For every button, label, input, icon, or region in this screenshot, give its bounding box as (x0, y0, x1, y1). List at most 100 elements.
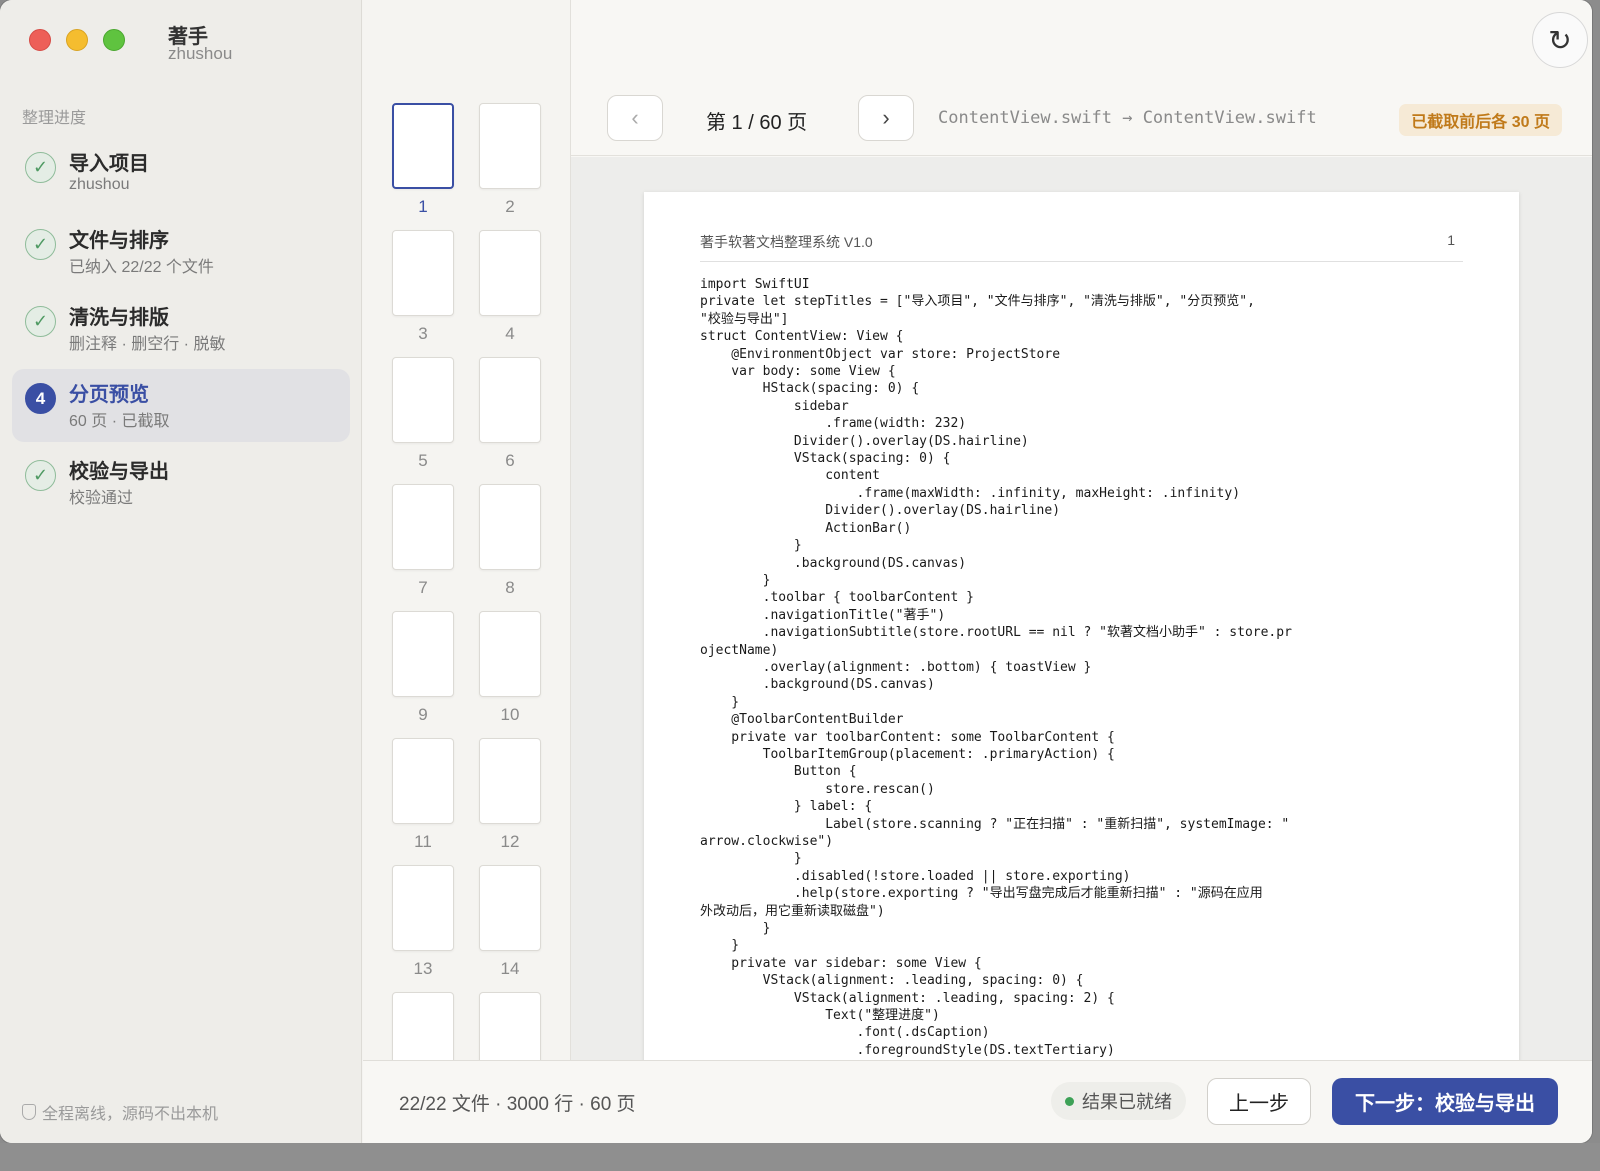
page-indicator: 第 1 / 60 页 (706, 112, 808, 134)
page-thumbnail[interactable]: 2 (479, 103, 541, 230)
page-thumbnail[interactable]: 3 (392, 230, 454, 357)
check-icon: ✓ (25, 152, 56, 183)
thumbnail-image (479, 230, 541, 316)
code-line: var body: some View { (700, 364, 896, 380)
page-thumbnail[interactable]: 13 (392, 865, 454, 992)
page-thumbnail[interactable]: 8 (479, 484, 541, 611)
code-line: HStack(spacing: 0) { (700, 381, 920, 397)
step-item[interactable]: 4 分页预览 60 页 · 已截取 (12, 369, 350, 442)
step-subtitle: 删注释 · 删空行 · 脱敏 (69, 336, 226, 353)
page-thumbnail[interactable]: 14 (479, 865, 541, 992)
step-title: 文件与排序 (69, 230, 169, 252)
step-item[interactable]: ✓ 导入项目 zhushou (12, 138, 350, 211)
step-subtitle: 校验通过 (69, 490, 134, 507)
page-thumbnail[interactable]: 9 (392, 611, 454, 738)
thumbnail-image (479, 865, 541, 951)
app-subtitle: zhushou (168, 44, 233, 63)
code-line: .navigationTitle("著手") (700, 607, 946, 623)
summary-stats: 22/22 文件 · 3000 行 · 60 页 (399, 1094, 636, 1115)
page-thumbnail[interactable]: 7 (392, 484, 454, 611)
minimize-window-button[interactable] (66, 29, 88, 51)
code-line: @ToolbarContentBuilder (700, 712, 904, 728)
code-line: .navigationSubtitle(store.rootURL == nil… (700, 625, 1292, 641)
thumbnail-page-number: 13 (413, 959, 433, 978)
code-line: struct ContentView: View { (700, 329, 904, 345)
previous-step-button[interactable]: 上一步 (1207, 1078, 1311, 1125)
thumbnail-image (479, 611, 541, 697)
close-window-button[interactable] (29, 29, 51, 51)
code-line: ActionBar() (700, 520, 912, 536)
code-line: Label(store.scanning ? "正在扫描" : "重新扫描", … (700, 816, 1290, 832)
thumbnail-image (479, 103, 541, 189)
page-thumbnail[interactable]: 6 (479, 357, 541, 484)
code-line: Text("整理进度") (700, 1008, 940, 1024)
next-step-button[interactable]: 下一步：校验与导出 (1332, 1078, 1558, 1125)
code-line: VStack(spacing: 0) { (700, 451, 951, 467)
thumbnail-page-number: 11 (414, 832, 432, 851)
offline-note-text: 全程离线，源码不出本机 (42, 1106, 219, 1123)
page-thumbnail[interactable]: 4 (479, 230, 541, 357)
thumbnail-page-number: 2 (505, 197, 515, 216)
page-thumbnail[interactable]: 11 (392, 738, 454, 865)
zoom-window-button[interactable] (103, 29, 125, 51)
code-line: .font(.dsCaption) (700, 1025, 990, 1041)
code-line: store.rescan() (700, 781, 935, 797)
thumbnail-panel[interactable]: 12345678910111213141516 (363, 0, 571, 1060)
next-page-button[interactable]: › (858, 95, 914, 141)
code-line: content (700, 468, 881, 484)
thumbnail-page-number: 7 (418, 578, 428, 597)
code-line: @EnvironmentObject var store: ProjectSto… (700, 346, 1061, 362)
code-line: } (700, 851, 802, 867)
code-line: .foregroundStyle(DS.textTertiary) (700, 1042, 1115, 1058)
step-item[interactable]: ✓ 校验与导出 校验通过 (12, 446, 350, 519)
code-line: .toolbar { toolbarContent } (700, 590, 974, 606)
thumbnail-page-number: 1 (418, 197, 428, 216)
refresh-icon: ↻ (1548, 24, 1572, 56)
check-icon: ✓ (25, 229, 56, 260)
code-line: .disabled(!store.loaded || store.exporti… (700, 868, 1131, 884)
code-line: } label: { (700, 799, 873, 815)
document-page: 著手软著文档整理系统 V1.0 1 import SwiftUI private … (644, 192, 1519, 1060)
status-text: 结果已就绪 (1082, 1092, 1172, 1112)
step-subtitle: zhushou (69, 176, 130, 193)
thumbnail-page-number: 10 (500, 705, 520, 724)
code-line: "校验与导出"] (700, 311, 789, 327)
code-line: .background(DS.canvas) (700, 677, 935, 693)
step-number-icon: 4 (25, 383, 56, 414)
code-line: 外改动后，用它重新读取磁盘") (700, 903, 885, 919)
page-thumbnail[interactable]: 15 (392, 992, 454, 1060)
trim-badge: 已截取前后各 30 页 (1399, 104, 1562, 136)
thumbnail-image (392, 992, 454, 1060)
step-item[interactable]: ✓ 清洗与排版 删注释 · 删空行 · 脱敏 (12, 292, 350, 365)
thumbnail-image (392, 738, 454, 824)
preview-area: ↻ ‹ 第 1 / 60 页 › ContentView.swift → Con… (571, 0, 1592, 1060)
code-line: sidebar (700, 398, 849, 414)
page-header-number: 1 (1447, 232, 1455, 248)
step-title: 清洗与排版 (69, 307, 169, 329)
rescan-button[interactable]: ↻ (1532, 12, 1588, 68)
page-thumbnail[interactable]: 5 (392, 357, 454, 484)
page-thumbnail[interactable]: 12 (479, 738, 541, 865)
thumbnail-page-number: 3 (418, 324, 428, 343)
sidebar: 著手 zhushou 整理进度 ✓ 导入项目 zhushou ✓ 文件与排序 已纳入 22… (0, 0, 362, 1143)
page-thumbnail[interactable]: 16 (479, 992, 541, 1060)
code-line: VStack(alignment: .leading, spacing: 0) … (700, 973, 1084, 989)
page-canvas[interactable]: 著手软著文档整理系统 V1.0 1 import SwiftUI private … (571, 157, 1592, 1060)
code-line: private var toolbarContent: some Toolbar… (700, 729, 1115, 745)
page-toolbar: ‹ 第 1 / 60 页 › ContentView.swift → Conte… (571, 80, 1592, 156)
chevron-right-icon: › (882, 105, 890, 130)
status-dot-icon (1065, 1096, 1074, 1106)
page-thumbnail[interactable]: 10 (479, 611, 541, 738)
previous-page-button[interactable]: ‹ (607, 95, 663, 141)
page-header-title: 著手软著文档整理系统 V1.0 (700, 234, 873, 250)
code-line: VStack(alignment: .leading, spacing: 2) … (700, 990, 1115, 1006)
page-thumbnail[interactable]: 1 (392, 103, 454, 230)
desktop-background (0, 1143, 1600, 1171)
thumbnail-page-number: 5 (418, 451, 428, 470)
app-window: 著手 zhushou 整理进度 ✓ 导入项目 zhushou ✓ 文件与排序 已纳入 22… (0, 0, 1592, 1143)
thumbnail-image (392, 103, 454, 189)
step-item[interactable]: ✓ 文件与排序 已纳入 22/22 个文件 (12, 215, 350, 288)
thumbnail-image (392, 865, 454, 951)
thumbnail-image (392, 357, 454, 443)
code-block: import SwiftUI private let stepTitles = [… (700, 276, 1490, 1059)
